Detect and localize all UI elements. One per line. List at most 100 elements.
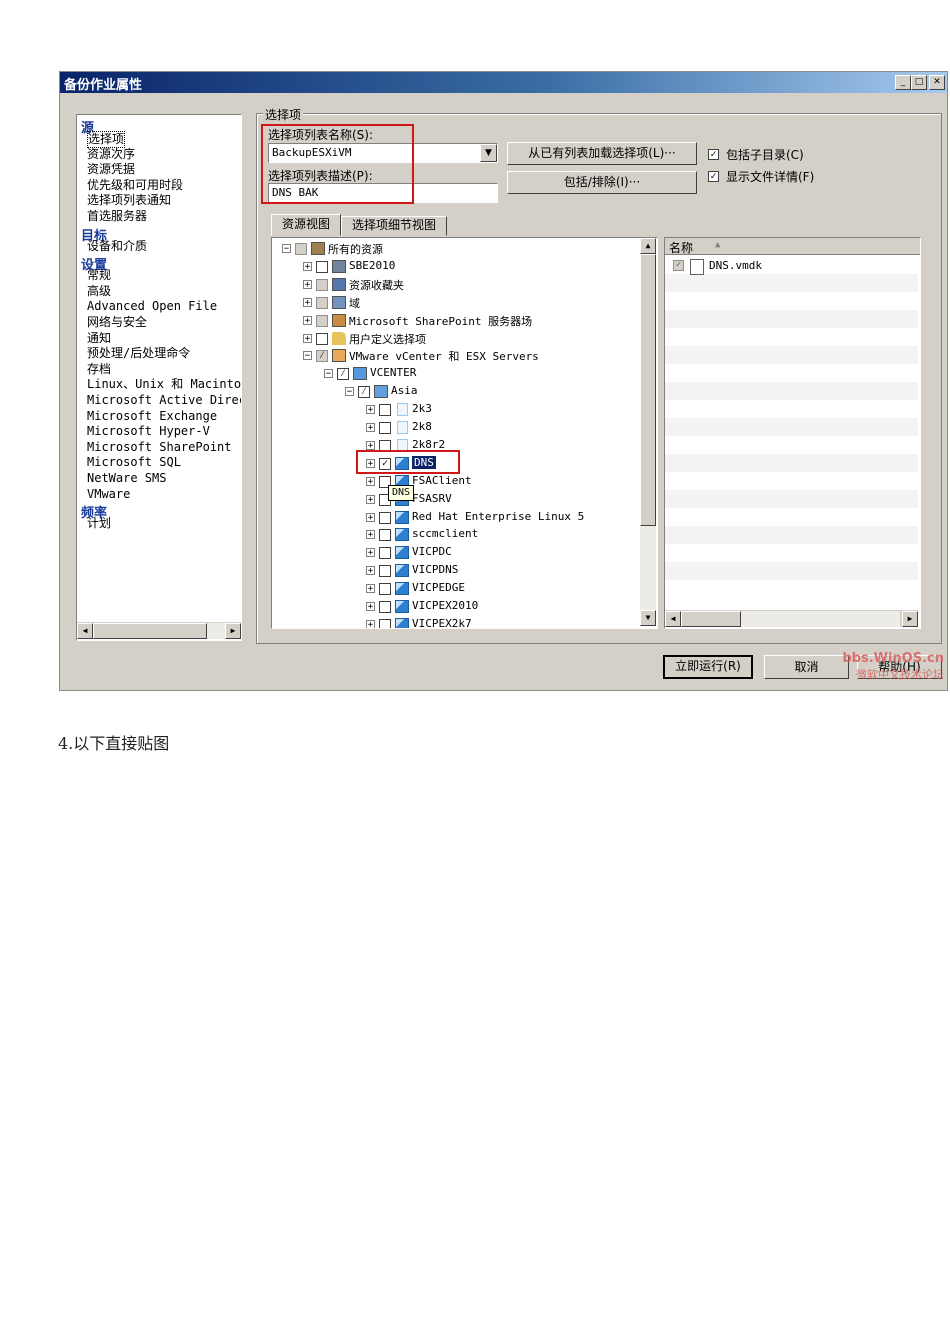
node-checkbox[interactable] [295,243,307,255]
list-scroll-thumb[interactable] [681,611,741,627]
watermark: bbs.WinOS.cn 微软中文技术论坛 [840,651,944,682]
tree-node-label: sccmclient [412,527,479,541]
node-checkbox[interactable] [316,296,328,309]
expand-icon[interactable]: + [366,584,375,594]
nav-item[interactable]: Microsoft SQL [87,455,181,470]
node-checkbox[interactable] [316,278,328,291]
dropdown-arrow-icon[interactable]: ▼ [480,144,497,162]
nav-item[interactable]: 计划 [87,516,111,531]
node-checkbox[interactable] [379,583,391,596]
column-name[interactable]: 名称 [669,239,693,256]
list-horizontal-scrollbar[interactable]: ◀ ▶ [665,610,918,627]
expand-icon[interactable]: + [366,440,375,450]
expand-icon[interactable]: + [366,423,375,433]
include-subdirs-checkbox[interactable]: ✓ [708,149,719,160]
node-checkbox[interactable]: ⁄ [358,386,370,399]
nav-item[interactable]: 选择项 [87,131,126,148]
node-checkbox[interactable] [379,565,391,578]
node-checkbox[interactable] [379,618,391,628]
tree-node-label: VMware vCenter 和 ESX Servers [349,350,539,364]
title-bar: 备份作业属性 _ □ ✕ [60,72,947,93]
expand-icon[interactable]: + [366,530,375,540]
nav-item[interactable]: 通知 [87,331,111,346]
node-checkbox[interactable] [316,314,328,327]
include-exclude-button[interactable]: 包括/排除(I)··· [507,171,697,194]
expand-icon[interactable]: + [366,602,375,612]
tree-node-label: SBE2010 [349,258,396,272]
expand-icon[interactable]: + [366,548,375,558]
node-checkbox[interactable] [379,511,391,524]
nav-item[interactable]: 首选服务器 [87,209,147,224]
node-checkbox[interactable] [379,404,391,417]
nav-item[interactable]: Microsoft Hyper-V [87,424,210,439]
node-checkbox[interactable] [379,547,391,560]
favorites-icon [332,277,346,291]
expand-icon[interactable]: + [303,297,312,307]
nav-item[interactable]: Microsoft Active Direct [87,393,241,408]
file-checkbox[interactable]: ✓ [673,260,684,271]
nav-item[interactable]: 常规 [87,268,111,283]
expand-icon[interactable]: + [366,476,375,486]
node-checkbox[interactable]: ⁄ [337,368,349,381]
window-title: 备份作业属性 [64,78,143,93]
show-file-details-checkbox[interactable]: ✓ [708,171,719,182]
node-checkbox[interactable] [379,601,391,613]
tree-scroll-thumb[interactable] [640,254,656,526]
node-checkbox[interactable] [379,529,391,542]
expand-icon[interactable]: + [366,619,375,628]
scroll-right-icon[interactable]: ▶ [225,623,241,639]
nav-item[interactable]: 存档 [87,362,111,377]
scroll-down-icon[interactable]: ▼ [640,610,656,626]
vm-icon [395,617,409,628]
nav-item[interactable]: 网络与安全 [87,315,147,330]
expand-icon[interactable]: + [303,261,312,271]
collapse-icon[interactable]: − [324,369,333,379]
expand-icon[interactable]: + [366,566,375,576]
node-checkbox[interactable] [379,422,391,434]
nav-item[interactable]: 优先级和可用时段 [87,178,183,193]
collapse-icon[interactable]: − [345,387,354,397]
expand-icon[interactable]: + [366,494,375,504]
load-selection-button[interactable]: 从已有列表加载选择项(L)··· [507,142,697,165]
scroll-left-icon[interactable]: ◀ [77,623,93,639]
expand-icon[interactable]: + [366,512,375,522]
nav-item[interactable]: 资源凭据 [87,162,135,177]
nav-item[interactable]: NetWare SMS [87,471,166,486]
close-icon[interactable]: ✕ [929,75,945,90]
node-checkbox[interactable] [316,332,328,345]
nav-scroll-thumb[interactable] [93,623,207,639]
tree-node-label: Asia [391,384,418,398]
scroll-right-icon[interactable]: ▶ [902,611,918,627]
scroll-left-icon[interactable]: ◀ [665,611,681,627]
minimize-icon[interactable]: _ [895,75,911,90]
expand-icon[interactable]: + [366,405,375,415]
nav-item[interactable]: Microsoft SharePoint [87,440,232,455]
server-icon [332,259,346,273]
tree-vertical-scrollbar[interactable]: ▲ ▼ [640,238,656,626]
maximize-icon[interactable]: □ [911,75,927,90]
nav-horizontal-scrollbar[interactable]: ◀ ▶ [77,622,241,639]
expand-icon[interactable]: + [303,315,312,325]
tab-selection-details[interactable]: 选择项细节视图 [341,216,447,236]
nav-item[interactable]: 高级 [87,284,111,299]
include-subdirs-label: 包括子目录(C) [726,148,804,162]
node-checkbox[interactable] [316,260,328,273]
nav-item[interactable]: VMware [87,487,130,502]
nav-item[interactable]: 资源次序 [87,147,135,162]
nav-item[interactable]: 设备和介质 [87,239,147,254]
expand-icon[interactable]: + [303,279,312,289]
nav-item[interactable]: 选择项列表通知 [87,193,171,208]
expand-icon[interactable]: + [303,333,312,343]
run-now-button[interactable]: 立即运行(R) [663,655,753,679]
cancel-button[interactable]: 取消 [764,655,849,679]
node-checkbox[interactable]: ⁄ [316,350,328,363]
scroll-up-icon[interactable]: ▲ [640,238,656,254]
collapse-icon[interactable]: − [303,351,312,361]
collapse-icon[interactable]: − [282,244,291,254]
nav-item[interactable]: 预处理/后处理命令 [87,346,190,361]
nav-item[interactable]: Advanced Open File [87,299,217,314]
backup-job-properties-window: 备份作业属性 _ □ ✕ 源选择项 资源次序 资源凭据 优先级和可用时段 选择项列表通知… [59,71,948,691]
nav-item[interactable]: Microsoft Exchange [87,409,217,424]
tab-resource-view[interactable]: 资源视图 [271,214,341,236]
nav-item[interactable]: Linux、Unix 和 Macintos [87,377,241,392]
